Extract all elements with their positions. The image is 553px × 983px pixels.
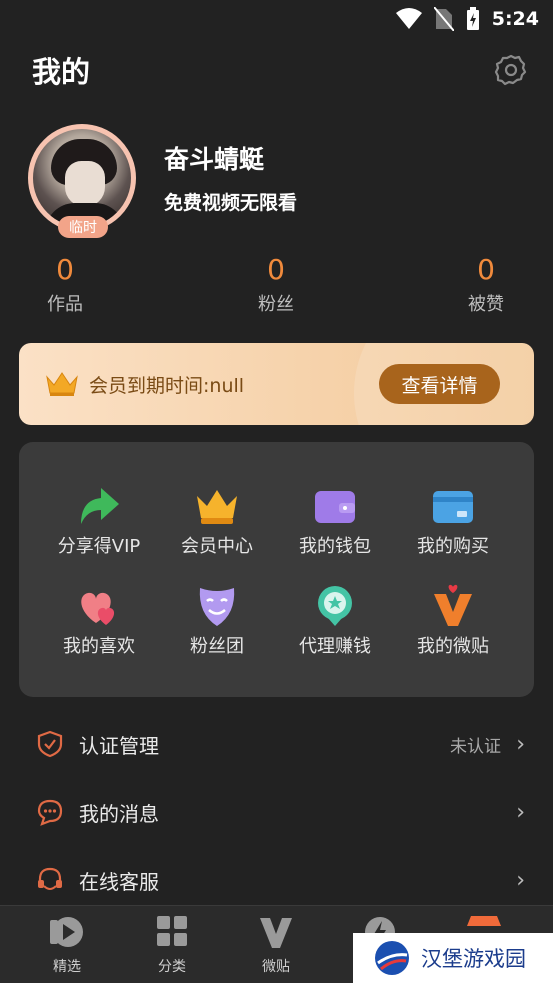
feature-label: 我的喜欢	[63, 636, 135, 657]
hearts-icon	[81, 592, 115, 625]
profile-section: 临时 奋斗蜻蜓 免费视频无限看	[28, 124, 553, 238]
feature-my-posts[interactable]: 我的微贴	[393, 584, 513, 670]
feature-share-vip[interactable]: 分享得VIP	[39, 484, 159, 570]
feature-grid: 分享得VIP 会员中心 我的钱包 我的购买 我的喜欢 粉丝团 代理赚钱 我的微贴	[19, 442, 534, 697]
menu-label: 我的消息	[79, 801, 159, 826]
gear-icon	[494, 54, 527, 86]
wifi-icon	[395, 8, 422, 29]
message-bubble-icon	[37, 799, 63, 826]
stat-fans[interactable]: 0 粉丝	[221, 252, 331, 316]
menu-label: 在线客服	[79, 869, 159, 894]
stat-label: 被赞	[468, 294, 504, 315]
play-icon	[50, 917, 83, 947]
tab-categories[interactable]: 分类	[137, 914, 207, 976]
stat-label: 作品	[47, 294, 83, 315]
feature-label: 粉丝团	[190, 636, 244, 657]
wallet-icon	[315, 491, 355, 523]
tab-label: 精选	[53, 959, 81, 975]
star-badge-icon	[318, 586, 352, 626]
page-header: 我的	[32, 48, 529, 92]
stats-row: 0 作品 0 粉丝 0 被赞	[0, 252, 553, 322]
vip-expiry-text: 会员到期时间:null	[89, 375, 245, 397]
menu-item-customer-service[interactable]: 在线客服 ›	[0, 846, 553, 914]
battery-charging-icon	[466, 7, 479, 30]
crown-icon	[46, 372, 78, 396]
tab-label: 分类	[158, 959, 186, 975]
watermark: 汉堡游戏园	[353, 933, 553, 983]
chevron-right-icon: ›	[516, 731, 525, 757]
grid-icon	[157, 916, 187, 946]
watermark-text: 汉堡游戏园	[421, 947, 526, 971]
feature-vip-center[interactable]: 会员中心	[157, 484, 277, 570]
feature-fan-club[interactable]: 粉丝团	[157, 584, 277, 670]
verification-status: 未认证	[450, 736, 501, 757]
stat-works[interactable]: 0 作品	[10, 252, 120, 316]
feature-agent-earn[interactable]: 代理赚钱	[275, 584, 395, 670]
v-heart-icon	[434, 584, 472, 626]
menu-label: 认证管理	[79, 733, 159, 758]
view-details-button[interactable]: 查看详情	[379, 364, 500, 404]
feature-purchases[interactable]: 我的购买	[393, 484, 513, 570]
feature-label: 会员中心	[181, 536, 253, 557]
shield-check-icon	[37, 730, 63, 758]
feature-label: 我的购买	[417, 536, 489, 557]
stat-value: 0	[56, 253, 74, 286]
membership-subtitle: 免费视频无限看	[164, 192, 298, 214]
menu-item-messages[interactable]: 我的消息 ›	[0, 778, 553, 846]
vip-card: 会员到期时间:null 查看详情	[19, 343, 534, 425]
feature-likes[interactable]: 我的喜欢	[39, 584, 159, 670]
settings-button[interactable]	[493, 52, 529, 88]
temporary-badge: 临时	[58, 216, 108, 238]
stat-value: 0	[477, 253, 495, 286]
avatar[interactable]: 临时	[28, 124, 138, 238]
v-icon	[260, 918, 292, 948]
share-arrow-icon	[81, 488, 119, 524]
stat-likes[interactable]: 0 被赞	[431, 252, 541, 316]
clock: 5:24	[491, 8, 539, 30]
username: 奋斗蜻蜓	[164, 145, 265, 174]
mask-icon	[199, 588, 235, 626]
no-sim-icon	[433, 7, 454, 31]
feature-wallet[interactable]: 我的钱包	[275, 484, 395, 570]
crown-icon	[197, 490, 237, 524]
feature-label: 我的钱包	[299, 536, 371, 557]
feature-label: 我的微贴	[417, 636, 489, 657]
feature-label: 代理赚钱	[299, 636, 371, 657]
card-icon	[433, 491, 473, 523]
stat-label: 粉丝	[258, 294, 294, 315]
status-bar: 5:24	[0, 0, 553, 38]
watermark-logo-icon	[375, 941, 409, 975]
chevron-right-icon: ›	[516, 799, 525, 825]
headset-icon	[38, 867, 62, 890]
feature-label: 分享得VIP	[57, 536, 141, 557]
menu-item-verification[interactable]: 认证管理 未认证 ›	[0, 710, 553, 778]
page-title: 我的	[32, 55, 91, 89]
tab-label: 微贴	[262, 959, 290, 975]
tab-featured[interactable]: 精选	[32, 914, 102, 976]
tab-posts[interactable]: 微贴	[241, 914, 311, 976]
chevron-right-icon: ›	[516, 867, 525, 893]
stat-value: 0	[267, 253, 285, 286]
